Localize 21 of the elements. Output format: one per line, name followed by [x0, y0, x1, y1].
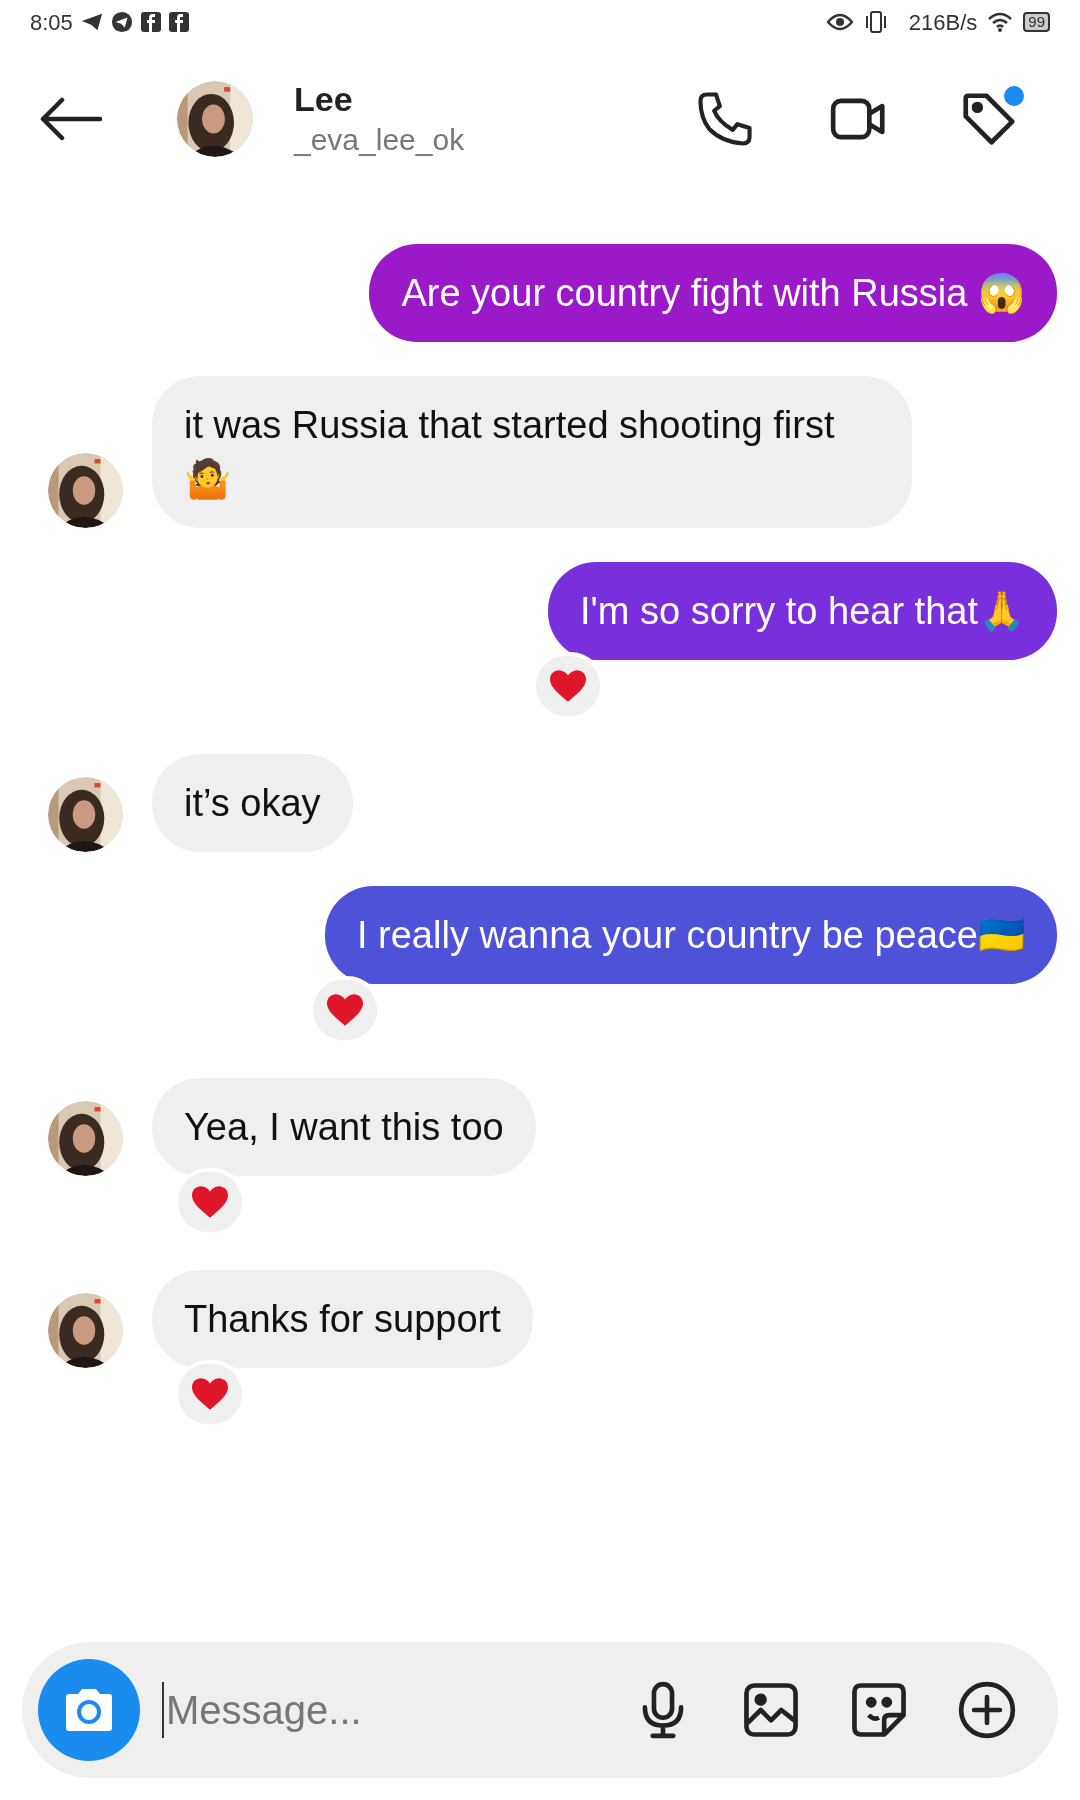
received-message: Yea, I want this too [152, 1078, 536, 1176]
contact-username: _eva_lee_ok [294, 122, 466, 158]
sent-message: I really wanna your country be peace🇺🇦 [324, 886, 1057, 984]
clock-time: 8:05 [30, 8, 73, 37]
contact-name: Lee [294, 79, 354, 120]
heart-icon [192, 1186, 228, 1218]
wifi-icon [987, 11, 1014, 33]
received-message: it was Russia that started shooting first🤷 [152, 376, 912, 528]
sent-message: I'm so sorry to hear that🙏 [548, 562, 1057, 660]
back-arrow-icon[interactable] [40, 97, 102, 141]
message-input[interactable]: Message... [162, 1682, 632, 1738]
heart-icon [550, 670, 587, 702]
received-message: Thanks for support [152, 1270, 533, 1368]
heart-icon [326, 994, 363, 1026]
battery-indicator: 99 [1023, 12, 1050, 32]
eye-icon [826, 13, 853, 31]
sent-message: Are your country fight with Russia 😱 [369, 244, 1057, 342]
add-icon[interactable] [956, 1679, 1018, 1741]
received-message: it’s okay [152, 754, 353, 852]
heart-icon [192, 1378, 228, 1410]
network-speed: 216B/s [908, 8, 978, 37]
